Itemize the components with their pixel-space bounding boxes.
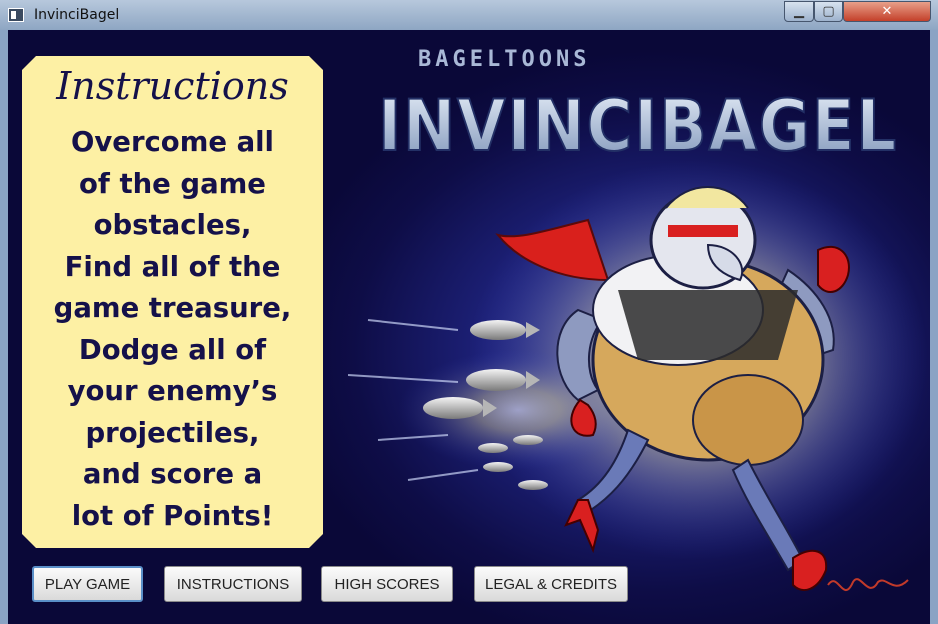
minimize-button[interactable]: ▁: [784, 1, 814, 22]
projectile: [478, 443, 508, 453]
close-button[interactable]: ✕: [843, 1, 931, 22]
title-bar[interactable]: InvinciBagel ▁ ▢ ✕: [0, 0, 938, 30]
instructions-panel: Instructions Overcome all of the game ob…: [22, 56, 323, 548]
high-scores-button[interactable]: HIGH SCORES: [321, 566, 453, 602]
game-logo: INVINCIBAGEL: [378, 85, 898, 167]
play-game-button[interactable]: PLAY GAME: [32, 566, 143, 602]
window-title: InvinciBagel: [34, 7, 120, 23]
artist-signature: [827, 578, 909, 591]
instructions-title: Instructions: [56, 64, 289, 108]
instructions-text: Overcome all of the game obstacles, Find…: [53, 126, 292, 532]
app-icon: [8, 8, 24, 22]
projectile: [483, 462, 513, 472]
projectile: [518, 480, 548, 490]
studio-logo: BAGELTOONS: [418, 47, 590, 72]
projectile: [513, 435, 543, 445]
maximize-button[interactable]: ▢: [814, 1, 843, 22]
game-splash-screen: BAGELTOONS INVINCIBAGEL Instructions Ove…: [8, 30, 930, 624]
legal-credits-button[interactable]: LEGAL & CREDITS: [474, 566, 628, 602]
splash-artwork: BAGELTOONS INVINCIBAGEL: [348, 47, 928, 591]
app-window: InvinciBagel ▁ ▢ ✕ BAGELTOONS INVINCIBAG…: [0, 0, 938, 624]
instructions-button[interactable]: INSTRUCTIONS: [164, 566, 302, 602]
